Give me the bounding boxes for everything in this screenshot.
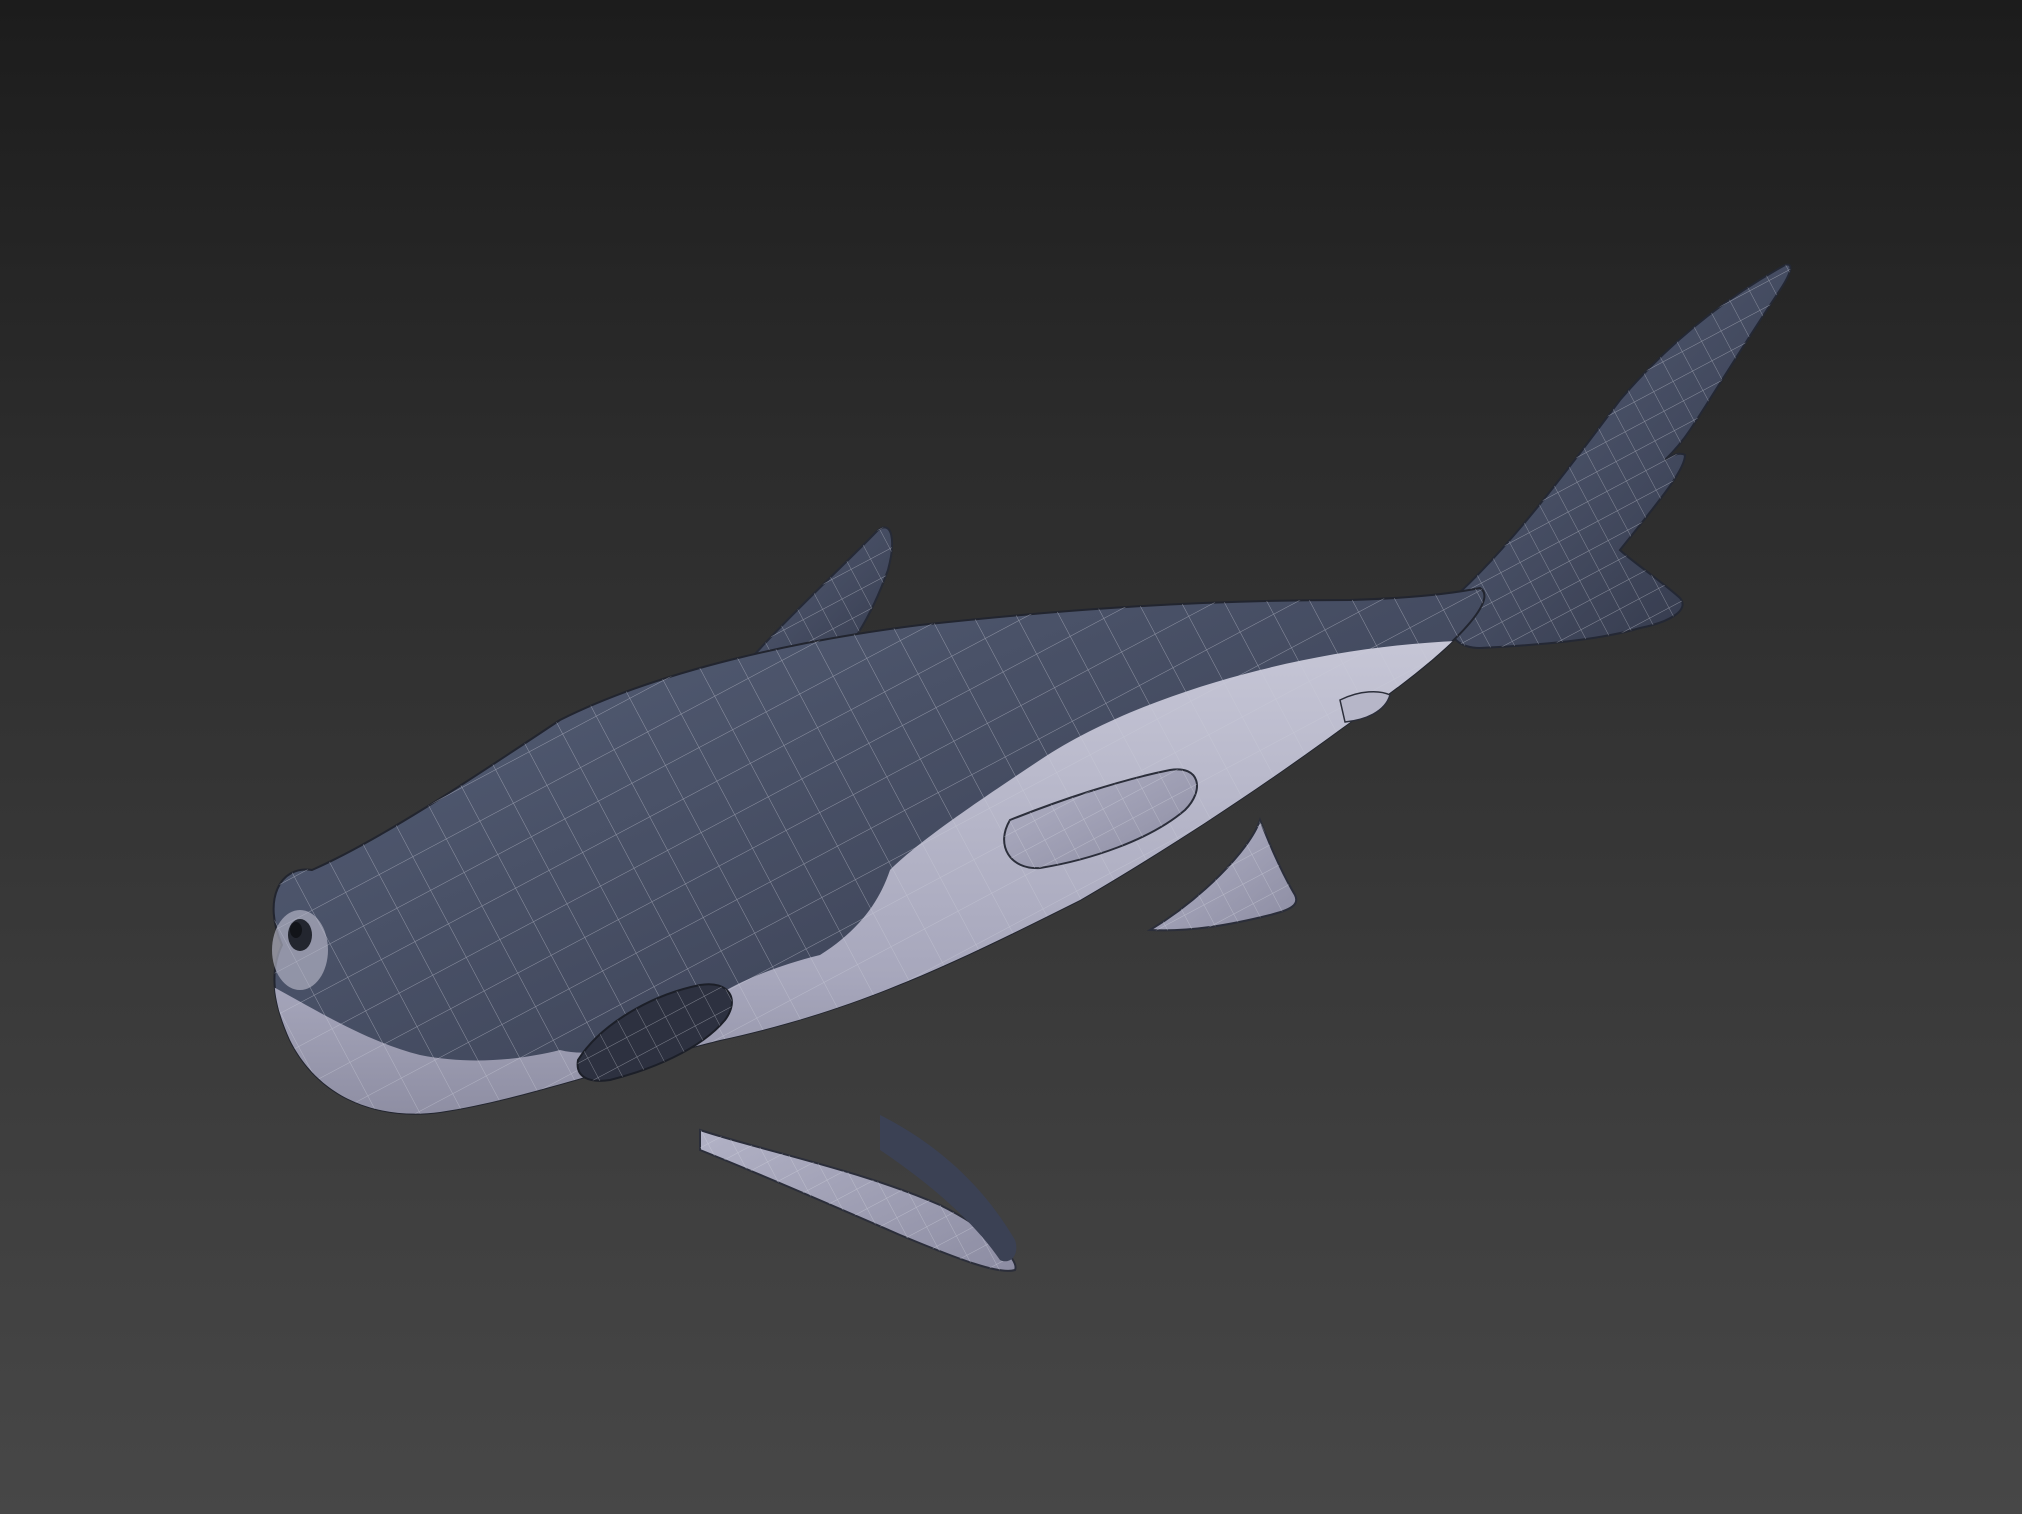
tail-fin (1438, 263, 1792, 650)
caudal-keel-fin (1339, 690, 1391, 723)
pectoral-fin (699, 1115, 1017, 1272)
shark-model[interactable] (0, 0, 2022, 1514)
3d-viewport[interactable] (0, 0, 2022, 1514)
shark-body (272, 586, 1486, 1115)
